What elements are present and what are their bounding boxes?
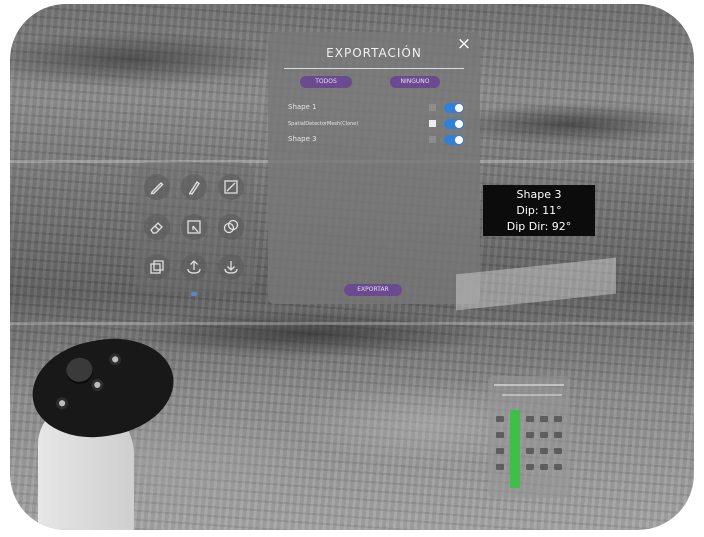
- close-icon[interactable]: ×: [456, 36, 472, 53]
- keypad-key[interactable]: [526, 432, 534, 438]
- export-button[interactable]: EXPORTAR: [344, 284, 402, 296]
- dip-value: Dip: 11°: [516, 204, 562, 217]
- divider: [284, 68, 464, 69]
- keypad-header: [502, 394, 562, 396]
- measurement-label: Shape 3 Dip: 11° Dip Dir: 92°: [483, 185, 595, 236]
- export-panel: EXPORTACIÓN × TODOS NINGUNO Shape 1 Spat…: [268, 32, 480, 304]
- pen-tool-button[interactable]: [181, 174, 207, 200]
- keypad-key[interactable]: [554, 416, 562, 422]
- keypad-key[interactable]: [496, 448, 504, 454]
- export-item-toggle[interactable]: [444, 119, 464, 129]
- export-panel-title: EXPORTACIÓN: [326, 46, 422, 60]
- keypad-widget[interactable]: [488, 376, 570, 498]
- export-item-label: Shape 1: [288, 103, 317, 111]
- keypad-key[interactable]: [554, 448, 562, 454]
- select-all-button[interactable]: TODOS: [300, 76, 352, 88]
- pencil-tool-button[interactable]: [144, 174, 170, 200]
- keypad-key[interactable]: [526, 416, 534, 422]
- export-item-checkbox[interactable]: [429, 136, 436, 143]
- controller-menu-button: ●: [55, 396, 69, 411]
- select-none-button[interactable]: NINGUNO: [390, 76, 440, 88]
- pencil-icon: [150, 182, 164, 195]
- measurement-plane[interactable]: [456, 257, 616, 311]
- palette-indicator: [191, 292, 197, 296]
- layers-icon: [150, 260, 164, 274]
- keypad-key[interactable]: [496, 416, 504, 422]
- keypad-key[interactable]: [526, 464, 534, 470]
- eraser-tool-button[interactable]: [144, 214, 170, 240]
- rock-ledge: [10, 322, 694, 325]
- dip-direction-value: Dip Dir: 92°: [506, 220, 572, 233]
- keypad-key[interactable]: [496, 432, 504, 438]
- select-area-icon: [187, 220, 201, 234]
- keypad-key[interactable]: [540, 416, 548, 422]
- export-item-list: Shape 1 SpatialDetectorMesh(Clone) Shape…: [288, 100, 464, 148]
- export-item-row: Shape 3: [288, 132, 464, 148]
- tool-palette: [134, 162, 254, 296]
- vr-scene: EXPORTACIÓN × TODOS NINGUNO Shape 1 Spat…: [10, 4, 694, 530]
- layers-tool-button[interactable]: [144, 254, 170, 280]
- upload-icon: [187, 260, 201, 274]
- line-tool-button[interactable]: [218, 174, 244, 200]
- upload-tool-button[interactable]: [181, 254, 207, 280]
- intersect-tool-button[interactable]: [218, 214, 244, 240]
- keypad-key[interactable]: [526, 448, 534, 454]
- controller-button-b: ●: [108, 352, 123, 367]
- keypad-key[interactable]: [540, 464, 548, 470]
- controller-button-a: ●: [90, 377, 105, 392]
- keypad-key[interactable]: [554, 464, 562, 470]
- download-tool-button[interactable]: [218, 254, 244, 280]
- export-item-toggle[interactable]: [444, 103, 464, 113]
- export-item-label: SpatialDetectorMesh(Clone): [288, 121, 359, 127]
- keypad-key[interactable]: [540, 448, 548, 454]
- thumbstick: [64, 355, 95, 384]
- export-item-checkbox[interactable]: [429, 120, 436, 127]
- shape-name: Shape 3: [516, 188, 562, 201]
- eraser-icon: [150, 222, 163, 234]
- pen-icon: [188, 180, 200, 195]
- keypad-key[interactable]: [554, 432, 562, 438]
- export-item-row: Shape 1: [288, 100, 464, 116]
- line-draw-icon: [224, 180, 238, 194]
- keypad-header: [494, 384, 564, 386]
- export-item-label: Shape 3: [288, 135, 317, 143]
- download-icon: [224, 261, 238, 274]
- keypad-highlight-column: [510, 410, 520, 488]
- export-item-toggle[interactable]: [444, 135, 464, 145]
- keypad-key[interactable]: [540, 432, 548, 438]
- export-item-row: SpatialDetectorMesh(Clone): [288, 116, 464, 132]
- vr-controller: ● ● ●: [24, 328, 182, 530]
- intersect-icon: [223, 219, 239, 234]
- select-area-tool-button[interactable]: [181, 214, 207, 240]
- export-item-checkbox[interactable]: [429, 104, 436, 111]
- keypad-key[interactable]: [496, 464, 504, 470]
